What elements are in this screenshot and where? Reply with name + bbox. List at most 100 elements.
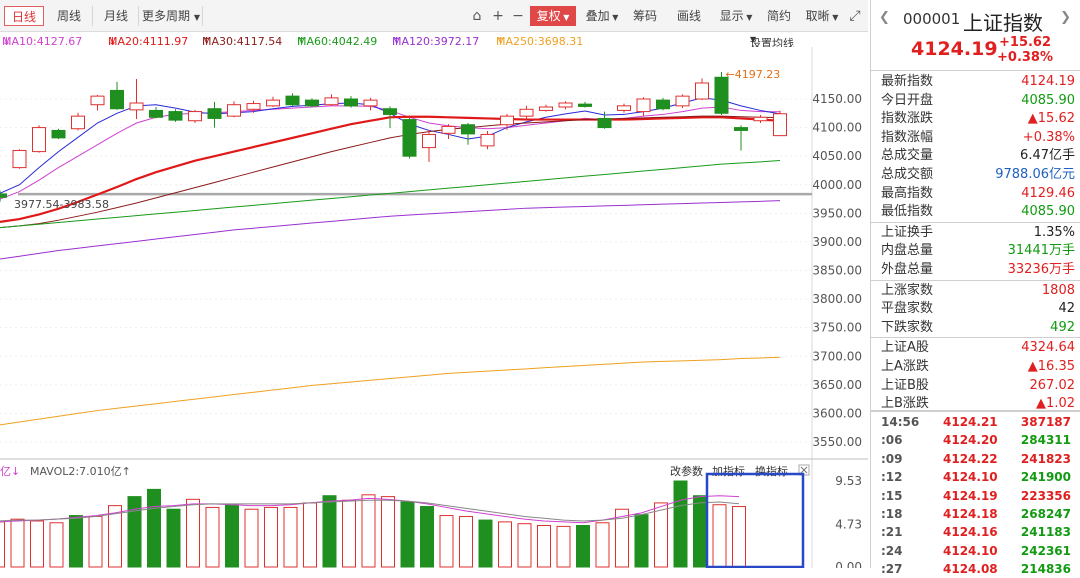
tick-volume: 268247 (1020, 507, 1071, 521)
tick-volume: 387187 (1020, 415, 1071, 429)
quote-panel: ❮ 000001 上证指数 ❯ 4124.19 +15.62 +0.38% 最新… (870, 0, 1080, 576)
price-change-pct: +0.38% (997, 50, 1053, 65)
candle-body (617, 105, 631, 111)
tick-time: :24 (881, 543, 903, 558)
quote-row: 总成交额 9788.06亿元 (881, 166, 1077, 184)
candle-body (207, 108, 222, 119)
candle-body (246, 103, 261, 110)
tick-row: :09 4124.22 241823 (881, 450, 1077, 468)
chart-background (0, 47, 868, 568)
kline-chart[interactable]: 4150.00 4100.00 4050.00 4000.00 3950.00 3900.… (0, 47, 868, 568)
fuquan-button[interactable]: 复权 ▼ (530, 6, 576, 26)
tick-row: :18 4124.18 268247 (881, 505, 1077, 523)
tick-volume: 242361 (1020, 543, 1071, 558)
volume-axis-label: 9.53 (835, 474, 862, 488)
quote-row-label: 上A涨跌 (881, 359, 929, 374)
volume-bar (673, 480, 688, 568)
fullscreen-icon[interactable]: ⤢ (846, 7, 864, 25)
volume-bar (556, 525, 571, 568)
more-button[interactable]: 取晰 ▼ (800, 6, 844, 26)
simple-button[interactable]: 简约 (764, 6, 794, 26)
tick-volume: 241183 (1020, 525, 1071, 540)
volume-bar (537, 524, 551, 568)
tab-more-periods[interactable]: 更多周期 ▼ (140, 6, 203, 26)
volume-bar (283, 506, 298, 568)
quote-row: 外盘总量 33236万手 (881, 261, 1077, 279)
tick-row: :27 4124.08 214836 (881, 560, 1077, 578)
price-axis-label: 3650.00 (812, 378, 862, 392)
quote-row-label: 上涨家数 (881, 282, 934, 298)
candle-body (168, 111, 183, 121)
quote-row-label: 平盘家数 (881, 301, 934, 317)
zoom-out-icon[interactable]: − (509, 7, 527, 25)
tab-daily[interactable]: 日线 (4, 6, 44, 26)
more-label: 取晰 (805, 9, 830, 23)
tick-row: :24 4124.10 242361 (881, 542, 1077, 560)
tab-weekly[interactable]: 周线 (46, 6, 93, 26)
price-axis-label: 4050.00 (812, 149, 862, 163)
candle-body (519, 108, 534, 117)
quote-row-value: 31441万手 (1007, 243, 1075, 259)
quote-row-value: 492 (1050, 319, 1075, 335)
tick-price: 4124.19 (943, 488, 998, 503)
divider (871, 410, 1080, 412)
chevron-down-icon: ▼ (829, 13, 839, 22)
candle-body (500, 115, 514, 126)
tick-price: 4124.08 (943, 562, 998, 577)
price-axis-label: 3850.00 (812, 264, 862, 278)
last-price: 4124.19 (911, 38, 998, 60)
range-annotation: 3977.54-3983.58 (14, 198, 109, 211)
quote-row: 上A涨跌 ▲16.35 (881, 358, 1077, 376)
overlay-button[interactable]: 叠加 ▼ (580, 6, 624, 26)
volume-control-button[interactable]: 加指标 (712, 464, 745, 478)
volume-bar (264, 506, 278, 568)
volume-bar (712, 504, 727, 568)
quote-row-value: 267.02 (1029, 377, 1076, 393)
display-button[interactable]: 显示 ▼ (714, 6, 758, 26)
candle-body (753, 116, 768, 122)
chart-toolbar: 日线 周线 月线 更多周期 ▼ ⌂ + − 复权 ▼ 叠加 ▼ 筹码 画线 显示… (0, 0, 868, 32)
volume-bar (439, 515, 454, 568)
candle-body (734, 127, 748, 131)
forward-arrow-icon[interactable]: ❯ (1060, 10, 1071, 25)
zoom-in-icon[interactable]: + (489, 7, 507, 25)
tick-time: :15 (881, 488, 903, 503)
quote-row: 最低指数 4085.90 (881, 203, 1077, 221)
candle-body (71, 115, 85, 130)
candle-body (0, 193, 7, 198)
volume-control-button[interactable]: 换指标 (755, 464, 788, 478)
tick-price: 4124.16 (943, 525, 998, 540)
draw-button[interactable]: 画线 (674, 6, 704, 26)
lock-icon[interactable]: ⌂ (468, 7, 486, 25)
volume-bar (205, 506, 220, 568)
tick-price: 4124.22 (943, 451, 998, 466)
candle-body (675, 95, 690, 107)
quote-row-label: 内盘总量 (881, 243, 934, 259)
volume-bar (634, 514, 649, 568)
price-axis-label: 3700.00 (812, 349, 862, 363)
quote-row-label: 最高指数 (881, 185, 934, 201)
quote-row-value: +0.38% (1022, 129, 1075, 145)
candle-body (305, 99, 319, 107)
candle-body (695, 82, 709, 100)
volume-control-button[interactable]: 改参数 (670, 464, 703, 478)
chips-button[interactable]: 筹码 (628, 6, 662, 26)
volume-bar (69, 515, 83, 568)
quote-row: 指数涨跌 ▲15.62 (881, 110, 1077, 128)
quote-row-label: 指数涨幅 (881, 129, 934, 145)
tab-monthly[interactable]: 月线 (94, 6, 139, 26)
price-axis-label: 3950.00 (812, 206, 862, 220)
volume-bar (30, 520, 44, 568)
volume-bar (517, 523, 532, 568)
quote-row-label: 外盘总量 (881, 262, 934, 277)
candle-body (383, 108, 397, 115)
volume-bar (303, 502, 317, 568)
quote-row: 下跌家数 492 (881, 319, 1077, 337)
volume-axis-label: 4.73 (835, 517, 862, 531)
quote-row-value: ▲16.35 (1027, 359, 1075, 374)
tick-time: :09 (881, 451, 903, 466)
volume-bar (732, 506, 746, 568)
divider (871, 70, 1080, 71)
volume-bar (88, 515, 103, 568)
back-arrow-icon[interactable]: ❮ (879, 10, 890, 25)
